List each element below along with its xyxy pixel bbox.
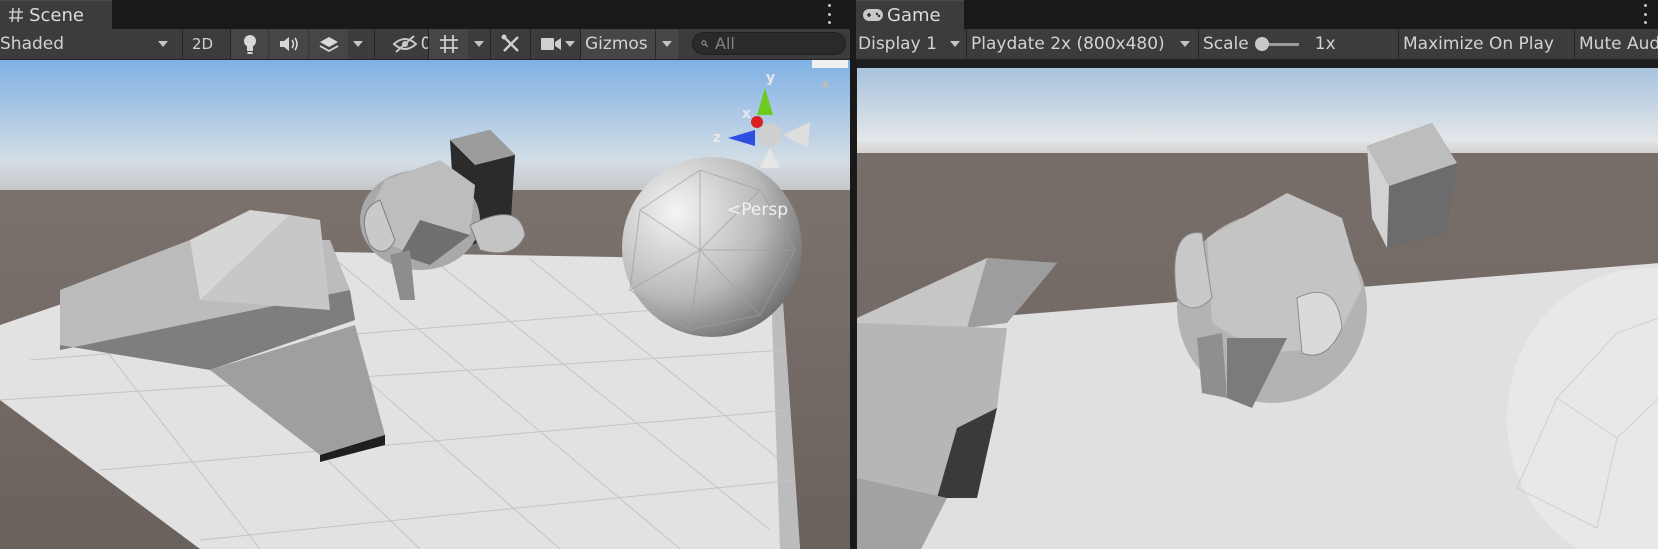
mode-2d-label: 2D xyxy=(191,35,214,53)
scene-toolbar: Shaded 2D 0 Gizmos All xyxy=(0,29,850,60)
gamepad-icon xyxy=(862,6,884,24)
maximize-on-play-toggle[interactable]: Maximize On Play xyxy=(1398,29,1568,59)
chevron-down-icon xyxy=(353,41,363,47)
hash-icon xyxy=(6,6,26,24)
game-toolbar: Display 1 Playdate 2x (800x480) Scale 1x… xyxy=(856,29,1658,60)
scene-search-input[interactable] xyxy=(709,34,845,53)
game-more-options-icon[interactable] xyxy=(1640,4,1650,24)
maximize-on-play-label: Maximize On Play xyxy=(1403,34,1554,54)
scene-tab-bar: Scene xyxy=(0,0,850,29)
tab-game[interactable]: Game xyxy=(856,0,964,29)
gizmos-label: Gizmos xyxy=(585,34,648,54)
gizmos-toggle[interactable]: Gizmos xyxy=(580,29,678,59)
tab-scene[interactable]: Scene xyxy=(0,0,112,29)
effects-toggle[interactable] xyxy=(310,29,348,59)
game-view-panel: Game Display 1 Playdate 2x (800x480) Sca… xyxy=(856,0,1658,549)
chevron-down-icon xyxy=(158,41,168,47)
game-viewport[interactable] xyxy=(856,60,1658,549)
mute-audio-label: Mute Audio xyxy=(1579,34,1658,54)
scene-more-options-icon[interactable] xyxy=(824,4,834,24)
camera-dropdown[interactable] xyxy=(560,29,580,59)
lighting-toggle[interactable] xyxy=(230,29,268,59)
audio-toggle[interactable] xyxy=(270,29,308,59)
resolution-label: Playdate 2x (800x480) xyxy=(971,34,1165,54)
scale-control[interactable]: Scale 1x xyxy=(1198,29,1368,59)
axis-y-label: y xyxy=(766,70,776,86)
effects-dropdown[interactable] xyxy=(348,29,368,59)
mute-audio-toggle[interactable]: Mute Audio xyxy=(1574,29,1658,59)
scene-view-panel: Scene Shaded 2D 0 Gizmos All y x z <Pers… xyxy=(0,0,850,549)
tab-scene-label: Scene xyxy=(29,4,84,26)
chevron-left-icon: < xyxy=(727,200,742,220)
projection-toggle[interactable]: <Persp xyxy=(727,200,788,220)
game-tab-bar: Game xyxy=(856,0,1658,29)
axis-x-label: x xyxy=(742,106,752,122)
gizmos-dropdown[interactable] xyxy=(655,29,678,59)
projection-label: Persp xyxy=(741,200,788,220)
scale-slider[interactable] xyxy=(1254,36,1299,51)
display-dropdown[interactable]: Display 1 xyxy=(856,29,962,59)
grid-icon xyxy=(439,35,458,53)
grid-dropdown[interactable] xyxy=(468,29,490,59)
chevron-down-icon xyxy=(565,41,575,47)
search-icon xyxy=(701,39,709,47)
camera-icon xyxy=(540,38,561,50)
layers-icon xyxy=(319,37,339,53)
eye-hidden-icon xyxy=(392,35,418,53)
scene-viewport[interactable]: y x z <Persp xyxy=(0,60,850,549)
scale-value: 1x xyxy=(1314,34,1336,54)
axis-z-label: z xyxy=(713,130,722,146)
scene-render xyxy=(0,60,850,549)
chevron-down-icon xyxy=(474,41,484,47)
display-label: Display 1 xyxy=(858,34,937,54)
shading-mode-dropdown[interactable]: Shaded xyxy=(0,29,170,59)
lightbulb-icon xyxy=(243,35,256,54)
game-render xyxy=(857,68,1658,549)
scene-search-field[interactable] xyxy=(692,32,846,55)
tab-game-label: Game xyxy=(887,4,941,26)
resolution-dropdown[interactable]: Playdate 2x (800x480) xyxy=(966,29,1194,59)
chevron-down-icon xyxy=(950,41,960,47)
tools-icon xyxy=(501,34,519,52)
scale-slider-handle[interactable] xyxy=(1254,36,1269,51)
chevron-down-icon xyxy=(662,41,672,47)
scale-label: Scale xyxy=(1203,34,1249,54)
grid-toggle[interactable] xyxy=(428,29,468,59)
chevron-down-icon xyxy=(1180,41,1190,47)
speaker-icon xyxy=(280,37,298,51)
tools-toggle[interactable] xyxy=(490,29,530,59)
mode-2d-toggle[interactable]: 2D xyxy=(182,29,222,59)
shading-mode-label: Shaded xyxy=(0,34,65,54)
